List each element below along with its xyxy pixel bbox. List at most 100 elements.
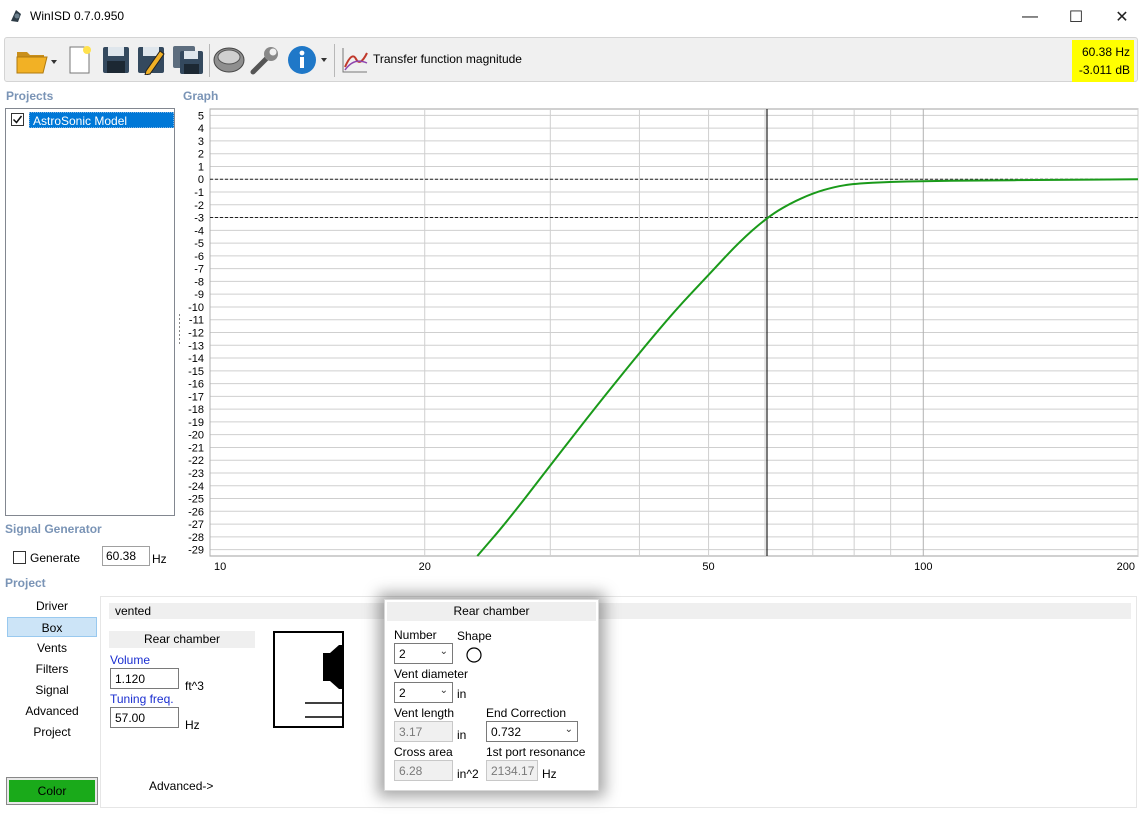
title-bar: WinISD 0.7.0.950 — ☐ ✕ (0, 0, 1147, 33)
nav-box[interactable]: Box (7, 617, 97, 637)
advanced-link[interactable]: Advanced-> (149, 779, 213, 793)
splitter-handle-dot (179, 330, 180, 332)
splitter-handle-dot (179, 314, 180, 316)
save-as-button[interactable] (134, 42, 168, 78)
end-correction-value: 0.732 (491, 725, 522, 739)
nav-driver[interactable]: Driver (7, 596, 97, 616)
y-tick-label: -29 (188, 545, 204, 557)
nav-vents[interactable]: Vents (7, 638, 97, 658)
info-icon (288, 46, 327, 74)
x-tick-label: 50 (702, 561, 714, 573)
y-tick-label: -9 (194, 289, 204, 301)
y-tick-label: -12 (188, 328, 204, 340)
end-correction-label: End Correction (486, 706, 567, 720)
graph-type-button[interactable] (339, 42, 371, 78)
y-tick-label: -26 (188, 506, 204, 518)
project-list-item[interactable]: AstroSonic Model (9, 112, 174, 128)
driver-button[interactable] (211, 42, 247, 78)
graph-type-label: Transfer function magnitude (373, 52, 522, 66)
chevron-down-icon: ⌄ (564, 724, 573, 735)
generator-frequency-input[interactable]: 60.38 (102, 546, 150, 566)
projects-label: Projects (6, 89, 54, 103)
project-section-label: Project (5, 576, 46, 590)
cross-area-label: Cross area (394, 745, 453, 759)
nav-signal[interactable]: Signal (7, 680, 97, 700)
y-tick-label: -19 (188, 417, 204, 429)
graph-icon (342, 48, 368, 73)
project-checkbox[interactable] (11, 113, 24, 126)
splitter-handle-dot (179, 322, 180, 324)
vent-diameter-label: Vent diameter (394, 667, 469, 681)
open-button[interactable] (11, 42, 61, 78)
nav-advanced[interactable]: Advanced (7, 701, 97, 721)
vent-diameter-value: 2 (399, 686, 406, 700)
y-tick-label: -1 (194, 187, 204, 199)
y-tick-label: -6 (194, 251, 204, 263)
generate-checkbox[interactable] (13, 551, 26, 564)
app-speaker-icon (11, 10, 21, 22)
y-tick-label: -2 (194, 200, 204, 212)
box-diagram (273, 631, 344, 728)
y-tick-label: 3 (198, 136, 204, 148)
save-all-button[interactable] (170, 42, 206, 78)
y-tick-label: -16 (188, 379, 204, 391)
nav-filters[interactable]: Filters (7, 659, 97, 679)
vent-diameter-select[interactable]: 2 ⌄ (394, 682, 453, 703)
splitter-handle-dot (179, 338, 180, 340)
y-tick-label: -18 (188, 404, 204, 416)
x-tick-label: 100 (914, 561, 932, 573)
save-button[interactable] (99, 42, 133, 78)
new-document-icon (69, 46, 91, 74)
toolbar-separator (209, 44, 210, 77)
splitter-handle-dot (179, 318, 180, 320)
y-tick-label: 2 (198, 149, 204, 161)
new-button[interactable] (63, 42, 95, 78)
info-button[interactable] (285, 42, 333, 78)
tools-button[interactable] (248, 42, 282, 78)
y-tick-label: -10 (188, 302, 204, 314)
volume-unit: ft^3 (185, 679, 204, 693)
transfer-function-graph[interactable]: 543210-1-2-3-4-5-6-7-8-9-10-11-12-13-14-… (178, 106, 1140, 574)
y-tick-label: -22 (188, 455, 204, 467)
vent-popup: Rear chamber Number Shape 2 ⌄ Vent diame… (384, 599, 599, 791)
end-correction-select[interactable]: 0.732 ⌄ (486, 721, 578, 742)
checkmark-icon (12, 115, 23, 124)
y-tick-label: -13 (188, 340, 204, 352)
color-button[interactable]: Color (6, 777, 98, 805)
vent-diameter-unit: in (457, 687, 467, 701)
y-tick-label: 4 (198, 123, 204, 135)
signal-generator-label: Signal Generator (5, 522, 102, 536)
box-type-bar: vented (109, 603, 1131, 619)
y-tick-label: -27 (188, 519, 204, 531)
x-tick-label: 10 (214, 561, 226, 573)
y-tick-label: -5 (194, 238, 204, 250)
tuning-freq-input[interactable]: 57.00 (110, 707, 179, 728)
port-resonance-input: 2134.17 (486, 760, 538, 781)
maximize-button[interactable]: ☐ (1053, 0, 1099, 33)
window-title: WinISD 0.7.0.950 (30, 9, 125, 23)
cursor-readout: 60.38 Hz -3.011 dB (1072, 40, 1134, 82)
driver-speaker-icon (213, 47, 245, 73)
save-icon (103, 47, 129, 73)
readout-frequency: 60.38 Hz (1081, 45, 1130, 59)
nav-project[interactable]: Project (7, 722, 97, 742)
tuning-freq-label: Tuning freq. (110, 692, 174, 706)
y-tick-label: -11 (189, 315, 204, 327)
y-tick-label: -20 (188, 430, 204, 442)
round-shape-icon[interactable] (465, 646, 483, 664)
save-as-icon (138, 47, 165, 75)
minimize-button[interactable]: — (1007, 0, 1053, 33)
box-panel: vented Rear chamber Volume 1.120 ft^3 Tu… (100, 596, 1137, 808)
wrench-icon (250, 47, 278, 75)
y-tick-label: -7 (194, 264, 204, 276)
close-button[interactable]: ✕ (1099, 0, 1145, 33)
vent-number-select[interactable]: 2 ⌄ (394, 643, 453, 664)
volume-input[interactable]: 1.120 (110, 668, 179, 689)
port-resonance-unit: Hz (542, 767, 557, 781)
x-tick-label: 200 (1117, 561, 1135, 573)
vent-length-label: Vent length (394, 706, 455, 720)
splitter-handle-dot (179, 326, 180, 328)
tuning-freq-unit: Hz (185, 718, 200, 732)
y-tick-label: -15 (188, 366, 204, 378)
toolbar-separator (334, 44, 335, 77)
